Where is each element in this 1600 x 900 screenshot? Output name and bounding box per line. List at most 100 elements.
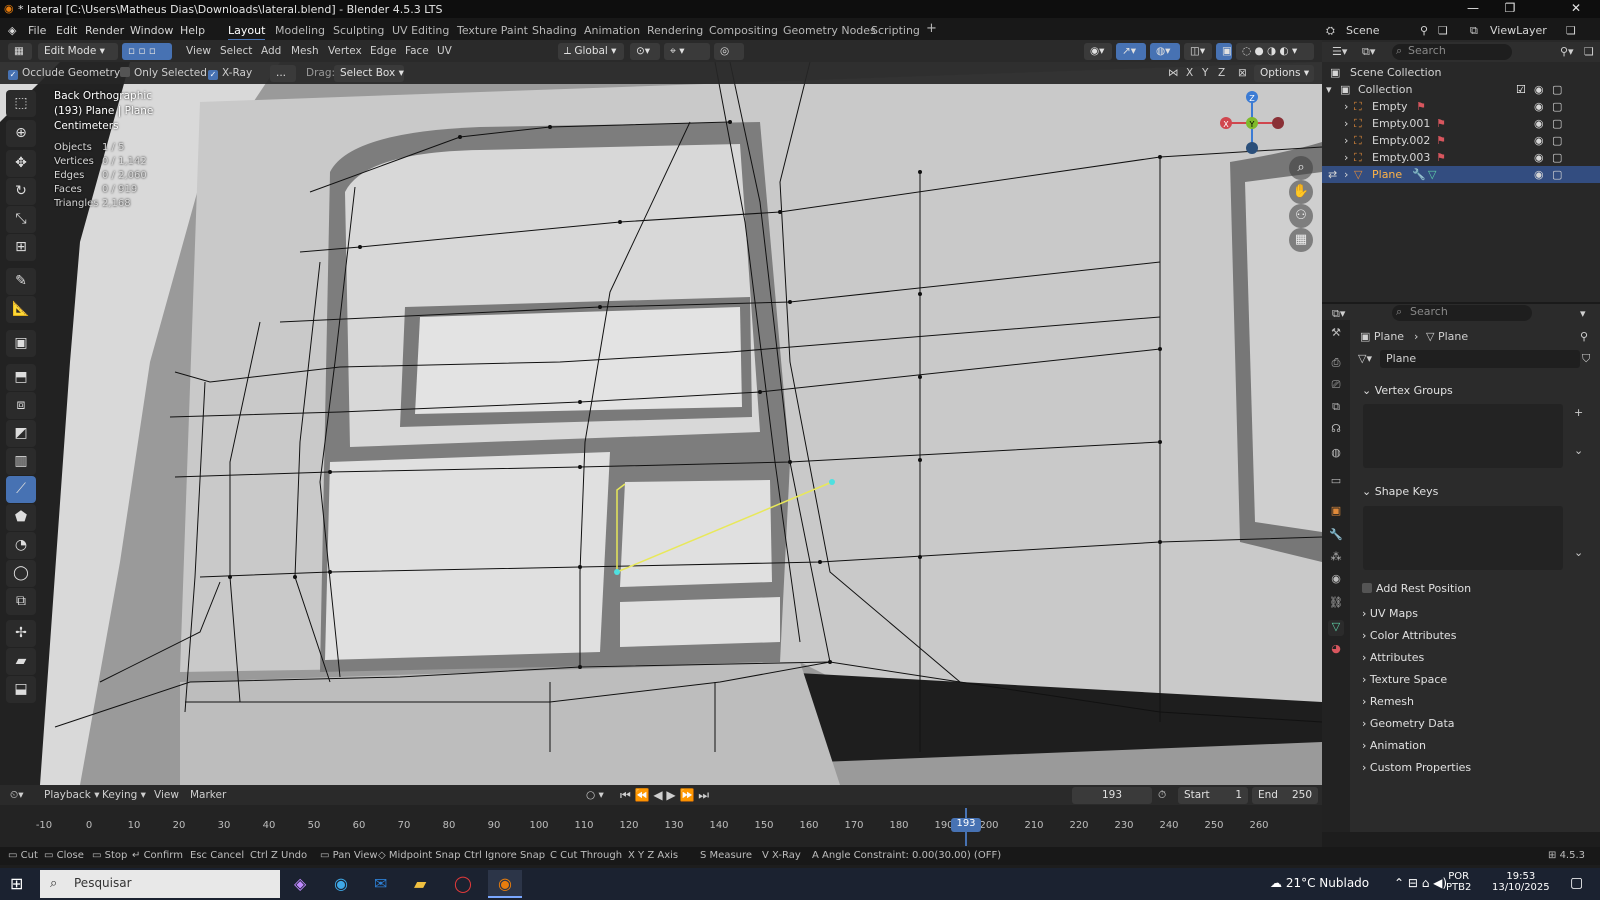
tab-rendering[interactable]: Rendering	[647, 24, 703, 37]
section-color-attributes[interactable]: › Color Attributes	[1362, 629, 1456, 642]
auto-merge-icon[interactable]: ⊠	[1238, 67, 1247, 79]
properties-options-icon[interactable]: ▾	[1580, 307, 1586, 320]
annotate-tool-icon[interactable]: ✎	[6, 268, 36, 295]
gizmo-toggle-icon[interactable]: ↗▾	[1116, 43, 1146, 60]
section-vertex-groups[interactable]: ⌄ Vertex Groups	[1362, 384, 1453, 397]
outlook-icon[interactable]: ✉	[374, 874, 387, 893]
pin-icon[interactable]: ⚲	[1580, 330, 1588, 343]
tab-sculpting[interactable]: Sculpting	[333, 24, 384, 37]
view-layer-new-icon[interactable]: ❏	[1566, 24, 1576, 37]
shrink-fatten-tool-icon[interactable]: ✢	[6, 620, 36, 647]
loop-cut-tool-icon[interactable]: ▥	[6, 448, 36, 475]
file-explorer-icon[interactable]: ▰	[414, 874, 426, 893]
section-custom-properties[interactable]: › Custom Properties	[1362, 761, 1471, 774]
select-mode-buttons[interactable]: ▫ ▫ ▫	[122, 43, 172, 60]
playhead-label[interactable]: 193	[951, 818, 981, 832]
taskbar-search-input[interactable]: Pesquisar	[40, 870, 280, 898]
world-tab-icon[interactable]: ◍	[1328, 446, 1344, 462]
menu-render[interactable]: Render	[85, 24, 124, 37]
menu-face[interactable]: Face	[405, 45, 429, 57]
outliner-item-plane[interactable]: ⇄ › ▽ Plane 🔧 ▽ ◉ ▢	[1322, 166, 1600, 183]
tab-layout[interactable]: Layout	[228, 24, 266, 41]
camera-view-icon[interactable]: ⚇	[1289, 204, 1313, 228]
input-language[interactable]: POR PTB2	[1446, 871, 1471, 893]
transform-orientation-select[interactable]: ⟂ Global ▾	[558, 43, 624, 60]
tray-icons[interactable]: ⌃ ⊟ ⌂ ◀)	[1394, 876, 1447, 890]
menu-marker[interactable]: Marker	[190, 789, 226, 801]
scene-name[interactable]: Scene	[1346, 24, 1380, 37]
tab-modeling[interactable]: Modeling	[275, 24, 325, 37]
viewport-canvas[interactable]: Z X Y	[0, 62, 1322, 785]
properties-search-input[interactable]: Search	[1392, 305, 1532, 321]
mesh-overlay-icon[interactable]: ◫▾	[1184, 43, 1212, 60]
mirror-x[interactable]: X	[1186, 67, 1193, 79]
outliner-item-empty-002[interactable]: › ⛶ Empty.002 ⚑ ◉ ▢	[1322, 132, 1600, 149]
tool-tab-icon[interactable]: ⚒	[1328, 326, 1344, 342]
rotate-tool-icon[interactable]: ↻	[6, 178, 36, 205]
outliner-item-empty[interactable]: › ⛶ Empty ⚑ ◉ ▢	[1322, 98, 1600, 115]
extrude-tool-icon[interactable]: ⬒	[6, 364, 36, 391]
view-layer-tab-icon[interactable]: ⧉	[1328, 400, 1344, 416]
outliner-search-input[interactable]: Search	[1392, 44, 1512, 60]
new-collection-icon[interactable]: ❏	[1584, 45, 1594, 58]
menu-playback[interactable]: Playback ▾	[44, 789, 99, 801]
output-tab-icon[interactable]: ⎚	[1328, 378, 1344, 394]
section-geometry-data[interactable]: › Geometry Data	[1362, 717, 1455, 730]
mesh-datablock-icon[interactable]: ▽▾	[1358, 352, 1372, 365]
tab-animation[interactable]: Animation	[584, 24, 640, 37]
blender-menu-icon[interactable]: ◈	[8, 24, 16, 37]
menu-vertex[interactable]: Vertex	[328, 45, 362, 57]
outliner-item-empty-003[interactable]: › ⛶ Empty.003 ⚑ ◉ ▢	[1322, 149, 1600, 166]
outliner-collection[interactable]: ▾ ▣ Collection ☑ ◉ ▢	[1322, 81, 1600, 98]
more-options-button[interactable]: ...	[270, 65, 296, 82]
modifiers-tab-icon[interactable]: 🔧	[1328, 528, 1344, 544]
bevel-tool-icon[interactable]: ◩	[6, 420, 36, 447]
current-frame-field[interactable]: 193	[1072, 787, 1152, 804]
vertex-groups-list[interactable]	[1363, 404, 1563, 468]
weather-widget[interactable]: ☁ 21°C Nublado	[1270, 876, 1369, 890]
filter-icon[interactable]: ⚲▾	[1560, 45, 1574, 58]
pan-hand-icon[interactable]: ✋	[1289, 180, 1313, 204]
menu-select[interactable]: Select	[220, 45, 252, 57]
tab-texture-paint[interactable]: Texture Paint	[457, 24, 528, 37]
particles-tab-icon[interactable]: ⁂	[1328, 550, 1344, 566]
section-remesh[interactable]: › Remesh	[1362, 695, 1414, 708]
menu-timeline-view[interactable]: View	[154, 789, 179, 801]
edge-slide-tool-icon[interactable]: ⧉	[6, 588, 36, 615]
tab-uv-editing[interactable]: UV Editing	[392, 24, 449, 37]
move-tool-icon[interactable]: ✥	[6, 150, 36, 177]
start-frame-field[interactable]: Start 1	[1178, 787, 1248, 804]
measure-tool-icon[interactable]: 📐	[6, 296, 36, 323]
tab-shading[interactable]: Shading	[532, 24, 577, 37]
3d-viewport[interactable]: Z X Y ✓ Occlude Geometry Only Selected ✓ X…	[0, 62, 1322, 785]
edge-browser-icon[interactable]: ◉	[334, 874, 348, 893]
shear-tool-icon[interactable]: ▰	[6, 648, 36, 675]
timeline-editor-icon[interactable]: ⏲▾	[10, 789, 23, 802]
end-frame-field[interactable]: End 250	[1252, 787, 1318, 804]
mode-select[interactable]: Edit Mode ▾	[38, 43, 118, 60]
proportional-edit-icon[interactable]: ◎	[714, 43, 744, 60]
menu-mesh[interactable]: Mesh	[291, 45, 319, 57]
maximize-button[interactable]: ❐	[1492, 1, 1528, 15]
mirror-icon[interactable]: ⋈	[1168, 67, 1179, 79]
close-button[interactable]: ✕	[1558, 1, 1594, 15]
blender-taskbar-icon[interactable]: ◉	[488, 870, 522, 898]
knife-tool-icon[interactable]: ⟋	[6, 476, 36, 503]
menu-uv[interactable]: UV	[437, 45, 452, 57]
mesh-name-field[interactable]: Plane	[1380, 350, 1580, 368]
menu-help[interactable]: Help	[180, 24, 205, 37]
view-layer-name[interactable]: ViewLayer	[1490, 24, 1547, 37]
pivot-point-icon[interactable]: ⊙▾	[630, 43, 660, 60]
add-rest-position-checkbox[interactable]: Add Rest Position	[1362, 582, 1471, 595]
object-tab-icon[interactable]: ▣	[1328, 504, 1344, 520]
visibility-icon[interactable]: ◉▾	[1084, 43, 1112, 60]
scene-pin-icon[interactable]: ⚲	[1420, 24, 1428, 37]
minimize-button[interactable]: —	[1455, 1, 1491, 15]
shading-mode-icons[interactable]: ◌ ● ◑ ◐ ▾	[1236, 43, 1314, 60]
auto-key-icon[interactable]: ○ ▾	[586, 789, 604, 801]
notifications-icon[interactable]: ▢	[1570, 875, 1583, 891]
inset-tool-icon[interactable]: ⧈	[6, 392, 36, 419]
add-cube-tool-icon[interactable]: ▣	[6, 330, 36, 357]
xray-toggle-icon[interactable]: ▣	[1216, 43, 1232, 60]
outliner-item-empty-001[interactable]: › ⛶ Empty.001 ⚑ ◉ ▢	[1322, 115, 1600, 132]
